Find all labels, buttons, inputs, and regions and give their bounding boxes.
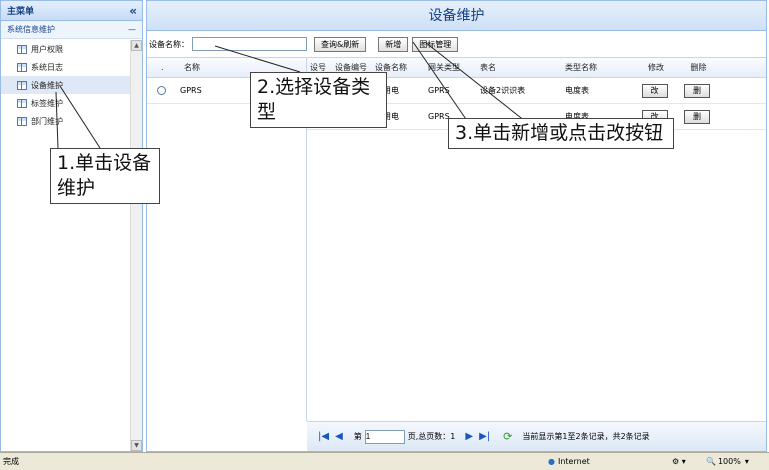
security-icon[interactable]: ⚙ ▾ (672, 457, 686, 466)
row-cell: 设备2识识表 (480, 86, 526, 95)
main-panel: 设备维护 设备名称： 查询&刷新 新增 图标管理 . 名称 GPRS 设号 设备… (146, 0, 767, 452)
status-bar: 完成 ● Internet ⚙ ▾ 🔍 100% ▾ (0, 452, 769, 470)
table-icon (17, 98, 27, 108)
device-name-input[interactable] (192, 37, 307, 51)
sidebar-item-label: 设备维护 (31, 80, 63, 90)
query-refresh-button[interactable]: 查询&刷新 (314, 36, 367, 52)
row-cell: 电度表 (565, 86, 589, 95)
column-header: 类型名称 (565, 63, 597, 72)
device-name-label: 设备名称： (149, 39, 189, 49)
delete-button[interactable]: 删 (684, 109, 710, 124)
status-text: 完成 (3, 457, 19, 466)
sidebar-list: 用户权限 系统日志 设备维护 标签维护 部门维护 (1, 40, 130, 451)
page-prefix: 第 (353, 432, 362, 441)
add-button[interactable]: 新增 (378, 36, 409, 52)
toolbar: 设备名称： 查询&刷新 新增 图标管理 (147, 34, 766, 54)
sidebar-title: 主菜单 (7, 7, 35, 17)
zone-label: Internet (557, 457, 590, 466)
column-header: 表名 (480, 63, 496, 72)
sidebar-item-label: 部门维护 (31, 116, 63, 126)
sidebar-item-label: 用户权限 (31, 44, 63, 54)
icon-manage-button[interactable]: 图标管理 (412, 36, 459, 52)
column-header: . (161, 63, 164, 72)
row-name: GPRS (180, 86, 202, 95)
group-toggle-icon[interactable]: — (128, 25, 136, 34)
row-radio[interactable] (157, 86, 166, 95)
internet-zone: ● Internet (548, 457, 590, 466)
sidebar-item-users[interactable]: 用户权限 (1, 40, 130, 58)
table-icon (17, 62, 27, 72)
sidebar-header: 主菜单 « (1, 1, 142, 21)
next-page-icon[interactable]: ▶ (465, 431, 473, 442)
page-title: 设备维护 (147, 1, 766, 31)
sidebar-group-title: 系统信息维护 (7, 25, 55, 34)
sidebar-scrollbar[interactable]: ▲ ▼ (130, 40, 142, 451)
pager: |◀ ◀ 第 页,总页数：1 ▶ ▶| ⟳ 当前显示第1至2条记录，共2条记录 (307, 421, 766, 451)
column-header: 名称 (184, 63, 200, 72)
sidebar: 主菜单 « 系统信息维护 — 用户权限 系统日志 设备维护 标签维护 部门维护 … (0, 0, 143, 452)
sidebar-group[interactable]: 系统信息维护 — (1, 21, 142, 39)
grid-area: . 名称 GPRS 设号 设备编号 设备名称 网关类型 表名 类型名称 修改 删… (147, 57, 766, 421)
scroll-up-icon[interactable]: ▲ (131, 40, 142, 51)
sidebar-item-label: 系统日志 (31, 62, 63, 72)
globe-icon: ● (548, 457, 555, 466)
pager-summary: 当前显示第1至2条记录，共2条记录 (522, 432, 650, 441)
edit-button[interactable]: 改 (641, 83, 668, 98)
last-page-icon[interactable]: ▶| (479, 431, 490, 442)
column-header: 网关类型 (428, 63, 460, 72)
column-header: 修改 (648, 63, 664, 72)
collapse-icon[interactable]: « (129, 4, 137, 18)
total-pages: 页,总页数：1 (407, 432, 456, 441)
table-icon (17, 44, 27, 54)
annotation-step-3: 3.单击新增或点击改按钮 (448, 118, 674, 149)
scroll-down-icon[interactable]: ▼ (131, 440, 142, 451)
column-header: 删除 (690, 63, 707, 72)
annotation-step-2: 2.选择设备类型 (250, 72, 387, 128)
sidebar-item-departments[interactable]: 部门维护 (1, 112, 130, 130)
row-cell: GPRS (428, 86, 450, 95)
prev-page-icon[interactable]: ◀ (335, 431, 343, 442)
sidebar-item-label: 标签维护 (31, 98, 63, 108)
first-page-icon[interactable]: |◀ (318, 431, 329, 442)
page-input[interactable] (364, 429, 405, 444)
zoom-level: 100% (717, 457, 741, 466)
sidebar-item-devices[interactable]: 设备维护 (1, 76, 130, 94)
table-icon (17, 80, 27, 90)
zoom-dropdown-icon[interactable]: ▾ (745, 457, 749, 466)
delete-button[interactable]: 删 (684, 83, 710, 98)
table-icon (17, 116, 27, 126)
zoom-control[interactable]: 🔍 100% ▾ (706, 457, 749, 466)
annotation-step-1: 1.单击设备维护 (50, 148, 160, 204)
sidebar-item-logs[interactable]: 系统日志 (1, 58, 130, 76)
sidebar-item-tags[interactable]: 标签维护 (1, 94, 130, 112)
zoom-icon: 🔍 (706, 457, 716, 466)
refresh-icon[interactable]: ⟳ (503, 430, 512, 443)
